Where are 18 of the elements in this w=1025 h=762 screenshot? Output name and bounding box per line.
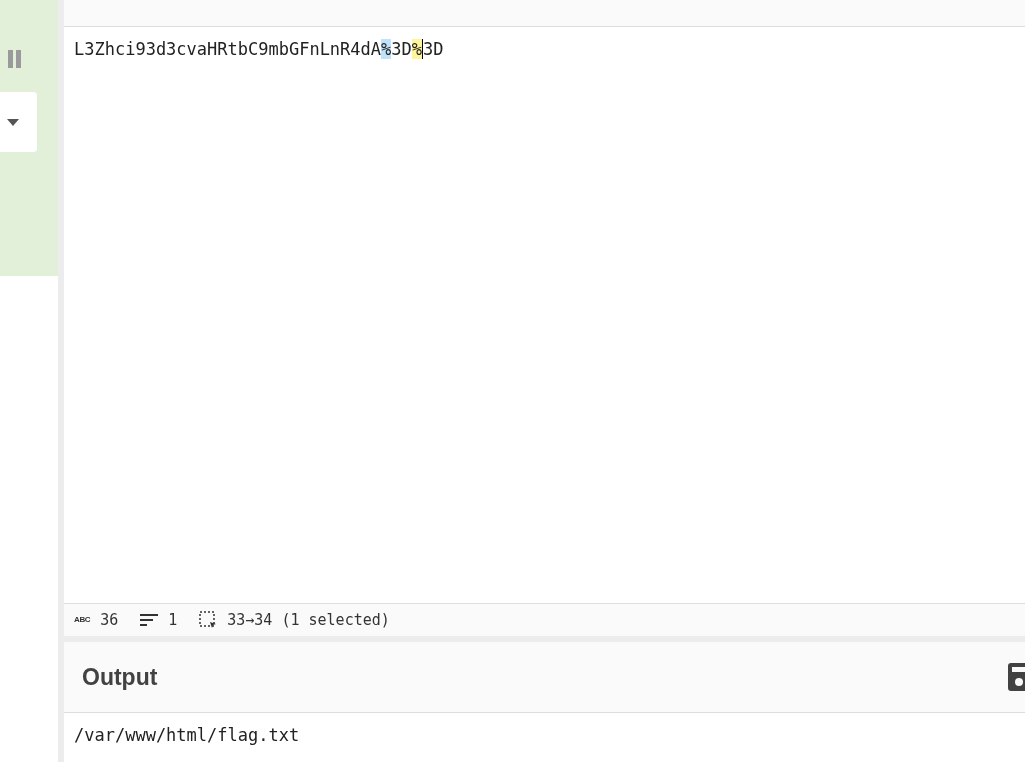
- input-editor[interactable]: L3Zhci93d3cvaHRtbC9mbGFnLnR4dA%3D%3D: [64, 27, 1025, 603]
- status-text: 36: [100, 609, 119, 631]
- lines-icon: [140, 613, 159, 627]
- status-text: 33→34 (1 selected): [227, 609, 390, 631]
- input-text: 3D: [391, 39, 412, 59]
- input-text: L3Zhci93d3cvaHRtbC9mbGFnLnR4dA: [74, 39, 382, 59]
- selected-text: %: [381, 39, 392, 59]
- dropdown[interactable]: [0, 92, 37, 152]
- output-text: /var/www/html/flag.txt: [74, 724, 301, 747]
- save-icon[interactable]: [1007, 662, 1025, 692]
- pause-icon[interactable]: [8, 50, 22, 68]
- input-text: 3D: [423, 39, 444, 59]
- abc-icon: ABC: [74, 616, 91, 624]
- selection-icon: [199, 611, 218, 629]
- output-title: Output: [82, 662, 158, 692]
- matched-text: %: [411, 39, 424, 59]
- caret-icon: [7, 118, 19, 126]
- status-text: 1: [168, 609, 178, 631]
